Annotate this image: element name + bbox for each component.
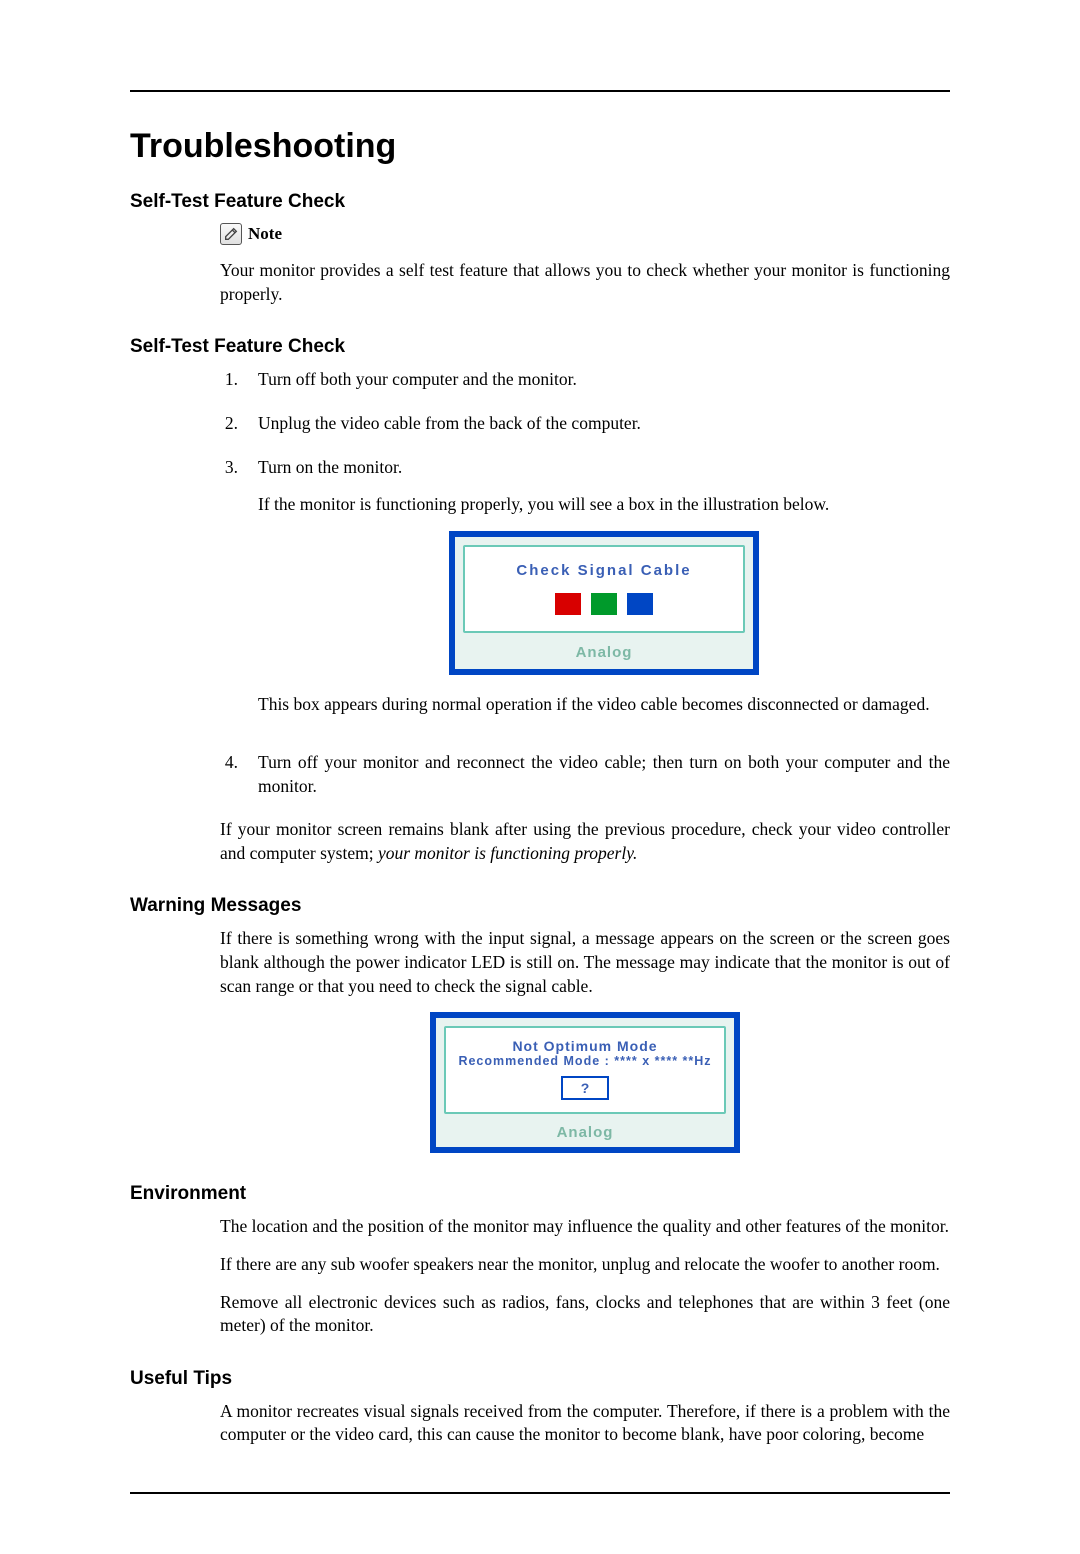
item-p: This box appears during normal operation… [258,693,950,717]
top-rule [130,90,950,92]
selftest1-content: Note Your monitor provides a self test f… [220,223,950,306]
list-item: 4. Turn off your monitor and reconnect t… [220,751,950,798]
warning-content: If there is something wrong with the inp… [220,927,950,1153]
heading-warning: Warning Messages [130,895,950,917]
selftest2-content: 1. Turn off both your computer and the m… [220,368,950,865]
warning-body: If there is something wrong with the inp… [220,927,950,998]
item-number: 4. [220,751,238,798]
item-content: Turn off your monitor and reconnect the … [258,751,950,798]
monitor-footer: Analog [455,639,753,669]
monitor-illustration-1: Check Signal Cable Analog [258,531,950,676]
red-square-icon [555,593,581,615]
tips-p1: A monitor recreates visual signals recei… [220,1400,950,1447]
item-content: Turn on the monitor. If the monitor is f… [258,456,950,731]
monitor-inner: Not Optimum Mode Recommended Mode : ****… [444,1026,726,1114]
note-body: Your monitor provides a self test featur… [220,259,950,306]
tips-content: A monitor recreates visual signals recei… [220,1400,950,1447]
bottom-rule [130,1492,950,1494]
list-item: 3. Turn on the monitor. If the monitor i… [220,456,950,731]
item-content: Unplug the video cable from the back of … [258,412,950,436]
item-p: If the monitor is functioning properly, … [258,493,950,517]
monitor-footer: Analog [436,1120,734,1147]
env-p2: If there are any sub woofer speakers nea… [220,1253,950,1277]
heading-selftest-1: Self-Test Feature Check [130,191,950,213]
note-row: Note [220,223,950,245]
pencil-note-icon [220,223,242,245]
monitor-illustration-2: Not Optimum Mode Recommended Mode : ****… [220,1012,950,1153]
heading-environment: Environment [130,1183,950,1205]
item-content: Turn off both your computer and the moni… [258,368,950,392]
heading-tips: Useful Tips [130,1368,950,1390]
page-title: Troubleshooting [130,127,950,166]
env-p3: Remove all electronic devices such as ra… [220,1291,950,1338]
check-signal-text: Check Signal Cable [465,561,743,581]
item-p: Turn on the monitor. [258,456,950,480]
list-item: 2. Unplug the video cable from the back … [220,412,950,436]
item-number: 3. [220,456,238,731]
env-p1: The location and the position of the mon… [220,1215,950,1239]
item-number: 1. [220,368,238,392]
closing-text: If your monitor screen remains blank aft… [220,818,950,865]
monitor-inner: Check Signal Cable [463,545,745,633]
green-square-icon [591,593,617,615]
monitor-box: Not Optimum Mode Recommended Mode : ****… [430,1012,740,1153]
question-box: ? [561,1076,609,1100]
closing-b: your monitor is functioning properly. [378,843,637,863]
blue-square-icon [627,593,653,615]
note-label: Note [248,224,282,244]
item-number: 2. [220,412,238,436]
environment-content: The location and the position of the mon… [220,1215,950,1338]
heading-selftest-2: Self-Test Feature Check [130,336,950,358]
recommended-mode-text: Recommended Mode : **** x **** **Hz [446,1054,724,1068]
not-optimum-text: Not Optimum Mode [446,1038,724,1054]
monitor-box: Check Signal Cable Analog [449,531,759,676]
rgb-row [465,593,743,615]
list-item: 1. Turn off both your computer and the m… [220,368,950,392]
